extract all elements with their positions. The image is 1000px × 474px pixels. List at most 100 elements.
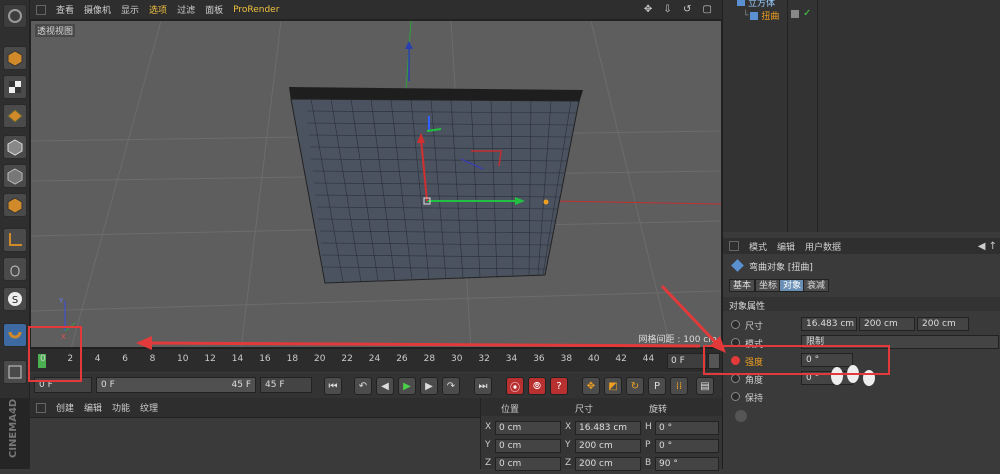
- auto-key-icon[interactable]: ⦾: [528, 377, 546, 395]
- transport-bar: 0 F 0 F 45 F 45 F ⏮ ↶ ◀ ▶ ▶ ↷ ⏭ ⦿ ⦾ ? ✥ …: [30, 373, 722, 398]
- next-frame-icon[interactable]: ▶: [420, 377, 438, 395]
- menu-texture[interactable]: 纹理: [140, 401, 158, 414]
- attributes-menubar: 模式 编辑 用户数据 ◀ ↑: [723, 238, 1000, 254]
- viewport-scene[interactable]: Y X: [31, 21, 722, 348]
- material-area[interactable]: [30, 418, 480, 469]
- axis-mode-icon[interactable]: [3, 228, 27, 252]
- size-anim-toggle[interactable]: [731, 320, 740, 329]
- attr-menu-mode[interactable]: 模式: [749, 240, 767, 253]
- rotate-key-icon[interactable]: ↻: [626, 377, 644, 395]
- angle-anim-toggle[interactable]: [731, 374, 740, 383]
- timeline-tick: 16: [259, 354, 271, 364]
- section-title: 对象属性: [729, 302, 766, 312]
- magnet-icon[interactable]: [3, 323, 27, 347]
- pos-y-field[interactable]: 0 cm: [495, 439, 561, 453]
- menu-view[interactable]: 查看: [56, 3, 74, 16]
- cinema4d-logo: CINEMA4D: [0, 398, 30, 469]
- end-frame-field[interactable]: 45 F: [260, 377, 312, 393]
- tab-coord[interactable]: 坐标: [755, 279, 782, 292]
- pos-x-field[interactable]: 0 cm: [495, 421, 561, 435]
- menu-options[interactable]: 选项: [149, 3, 167, 16]
- timeline-tick: 10: [177, 354, 189, 364]
- undo-icon[interactable]: [3, 4, 27, 28]
- menu-prorender[interactable]: ProRender: [233, 5, 279, 15]
- timeline-tick: 36: [533, 354, 545, 364]
- menu-filter[interactable]: 过滤: [177, 3, 195, 16]
- timeline-tick: 4: [94, 354, 101, 364]
- polygon-mode-icon[interactable]: [3, 193, 27, 217]
- param-key-icon[interactable]: P: [648, 377, 666, 395]
- size-x-field[interactable]: 16.483 cm: [575, 421, 641, 435]
- menu-display[interactable]: 显示: [121, 3, 139, 16]
- object-item-twist[interactable]: └ 扭曲: [743, 9, 779, 23]
- menu-edit[interactable]: 编辑: [84, 401, 102, 414]
- visibility-icon[interactable]: [791, 10, 799, 18]
- rot-h-field[interactable]: 0 °: [655, 421, 719, 435]
- frame-range-slider[interactable]: 0 F 45 F: [96, 377, 256, 393]
- viewport-nav-icons[interactable]: ✥ ⇩ ↺ ▢: [644, 4, 716, 15]
- object-item-cube[interactable]: 立方体: [737, 0, 775, 9]
- menu-panel[interactable]: 面板: [205, 3, 223, 16]
- cube-object-icon: [737, 0, 745, 6]
- pla-key-icon[interactable]: ⁞⁞: [670, 377, 688, 395]
- size-z-input[interactable]: 200 cm: [917, 317, 969, 331]
- enabled-check-icon[interactable]: ✓: [803, 8, 811, 19]
- timeline-tick: 14: [231, 354, 244, 364]
- next-key-icon[interactable]: ↷: [442, 377, 460, 395]
- cube-icon[interactable]: [3, 46, 27, 70]
- film-icon[interactable]: ▤: [696, 377, 714, 395]
- size-x-input[interactable]: 16.483 cm: [801, 317, 857, 331]
- rot-p-field[interactable]: 0 °: [655, 439, 719, 453]
- perspective-viewport[interactable]: Y X 透视视图 网格间距 : 100 cm: [30, 20, 722, 348]
- tab-falloff[interactable]: 衰减: [803, 279, 830, 292]
- texture-grid-icon[interactable]: [3, 104, 27, 128]
- timeline-tick: 30: [451, 354, 463, 364]
- logo-text: CINEMA4D: [8, 398, 19, 458]
- back-arrow-icon[interactable]: ◀ ↑: [978, 241, 997, 252]
- timeline-tick: 12: [204, 354, 216, 364]
- checker-cube-icon[interactable]: [3, 75, 27, 99]
- panel-toggle-icon[interactable]: [729, 241, 739, 251]
- tab-basic[interactable]: 基本: [729, 279, 756, 292]
- panel-toggle-icon[interactable]: [36, 4, 46, 15]
- attr-menu-edit[interactable]: 编辑: [777, 240, 795, 253]
- timeline-tick: 32: [478, 354, 490, 364]
- tweak-mouse-icon[interactable]: [3, 257, 27, 281]
- grid-icon[interactable]: [3, 360, 27, 384]
- timeline-tick: 18: [286, 354, 299, 364]
- coord-header-size: 尺寸: [575, 405, 594, 415]
- coord-row-x: X 0 cm X 16.483 cm H 0 °: [481, 420, 723, 438]
- snap-icon[interactable]: S: [3, 287, 27, 311]
- menu-create[interactable]: 创建: [56, 401, 74, 414]
- timeline-tick: 6: [122, 354, 128, 364]
- timeline-ruler[interactable]: 0 2 4 6 8 10 12 14 16 18 20 22 24 26 28 30 32 34 36 38 40 42 4…: [30, 348, 722, 372]
- edge-mode-icon[interactable]: [3, 164, 27, 188]
- menu-camera[interactable]: 摄像机: [84, 3, 111, 16]
- annotation-frame-box: [28, 326, 82, 382]
- timeline-tick: 42: [615, 354, 627, 364]
- goto-end-icon[interactable]: ⏭: [474, 377, 492, 395]
- point-mode-icon[interactable]: [3, 135, 27, 159]
- play-icon[interactable]: ▶: [398, 377, 416, 395]
- keyframe-help-icon[interactable]: ?: [550, 377, 568, 395]
- panel-toggle-icon[interactable]: [36, 402, 46, 413]
- scale-key-icon[interactable]: ◩: [604, 377, 622, 395]
- tab-object[interactable]: 对象: [779, 279, 806, 292]
- attr-menu-userdata[interactable]: 用户数据: [805, 240, 841, 253]
- viewport-menubar: 查看 摄像机 显示 选项 过滤 面板 ProRender ✥ ⇩ ↺ ▢: [30, 0, 722, 20]
- keep-anim-toggle[interactable]: [731, 392, 740, 401]
- prev-key-icon[interactable]: ↶: [354, 377, 372, 395]
- size-y-input[interactable]: 200 cm: [859, 317, 915, 331]
- size-y-field[interactable]: 200 cm: [575, 439, 641, 453]
- current-frame-field[interactable]: 0 F: [667, 353, 707, 369]
- timeline-tick: 40: [588, 354, 600, 364]
- extra-toggle-icon[interactable]: [735, 410, 747, 422]
- menu-function[interactable]: 功能: [112, 401, 130, 414]
- prev-frame-icon[interactable]: ◀: [376, 377, 394, 395]
- timeline-tick: 24: [368, 354, 381, 364]
- record-icon[interactable]: ⦿: [506, 377, 524, 395]
- goto-start-icon[interactable]: ⏮: [324, 377, 342, 395]
- move-key-icon[interactable]: ✥: [582, 377, 600, 395]
- timeline-tick: 44: [642, 354, 655, 364]
- timeline-tick: 34: [505, 354, 518, 364]
